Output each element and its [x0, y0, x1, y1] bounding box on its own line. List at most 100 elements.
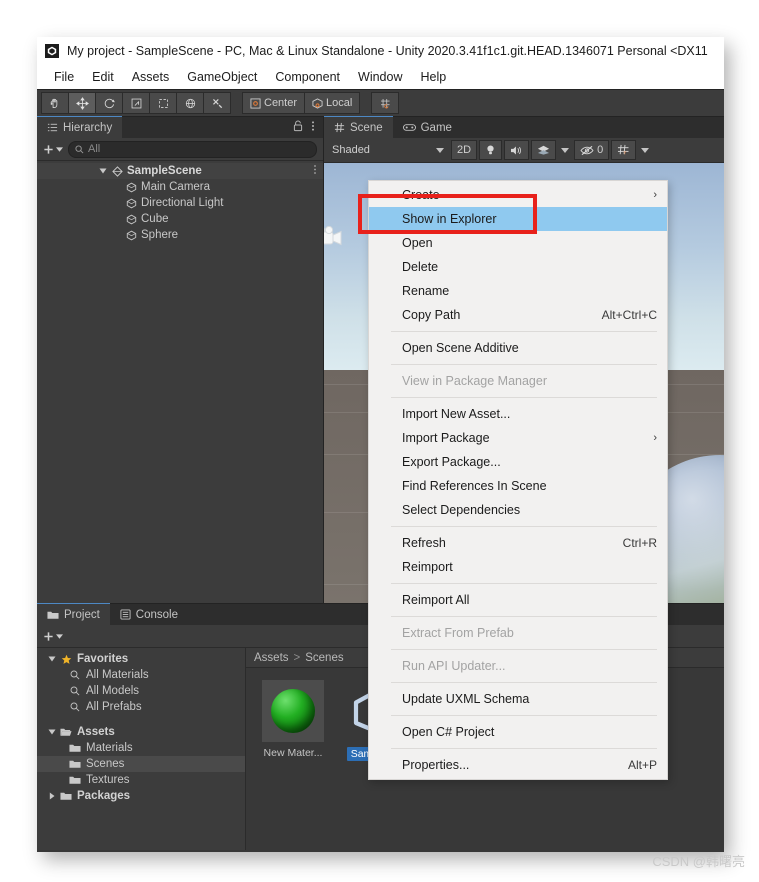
collapse-arrow-icon[interactable] — [45, 792, 58, 800]
asset-item-label: New Mater... — [263, 747, 323, 759]
hierarchy-item-main-camera[interactable]: Main Camera — [37, 179, 323, 195]
expand-arrow-icon[interactable] — [45, 728, 58, 736]
context-menu-item-refresh[interactable]: Refresh Ctrl+R — [369, 531, 667, 555]
menu-window[interactable]: Window — [349, 68, 411, 86]
context-menu-item-label: Find References In Scene — [402, 479, 547, 493]
scene-icon — [109, 165, 125, 177]
tab-console[interactable]: Console — [109, 604, 188, 625]
grid-snap-icon[interactable] — [371, 92, 400, 114]
lock-icon[interactable] — [293, 119, 303, 137]
project-item-assets[interactable]: Assets — [37, 724, 245, 740]
handle-rotation-button[interactable]: Local — [304, 92, 361, 114]
hierarchy-item-label: Cube — [141, 213, 169, 225]
menu-help[interactable]: Help — [411, 68, 455, 86]
pivot-mode-button[interactable]: Center — [242, 92, 306, 114]
hierarchy-add-button[interactable] — [43, 144, 63, 155]
camera-gizmo-icon[interactable] — [324, 225, 348, 256]
context-menu-item-label: Open — [402, 236, 433, 250]
grid-visibility-icon[interactable]: Y — [611, 140, 637, 160]
menu-gameobject[interactable]: GameObject — [178, 68, 266, 86]
project-item-textures[interactable]: Textures — [37, 772, 245, 788]
game-controller-icon — [402, 123, 416, 132]
gameobject-icon — [123, 182, 139, 193]
scale-tool-icon[interactable] — [122, 92, 150, 114]
project-item-all-models[interactable]: All Models — [37, 683, 245, 699]
context-menu-item-run-api-updater: Run API Updater... — [369, 654, 667, 678]
context-menu-item-reimport[interactable]: Reimport — [369, 555, 667, 579]
context-menu-item-label: Open Scene Additive — [402, 341, 519, 355]
rotate-tool-icon[interactable] — [95, 92, 123, 114]
asset-item-new-material[interactable]: New Mater... — [256, 680, 330, 759]
project-item-packages[interactable]: Packages — [37, 788, 245, 804]
breadcrumb-assets[interactable]: Assets — [254, 652, 289, 664]
pivot-mode-label: Center — [264, 97, 298, 109]
project-item-label: All Models — [86, 685, 140, 697]
context-menu-item-label: Copy Path — [402, 308, 461, 322]
light-bulb-icon[interactable] — [479, 140, 503, 160]
project-add-button[interactable] — [43, 631, 63, 642]
hierarchy-item-label: SampleScene — [127, 165, 202, 177]
annotation-highlight-box — [358, 194, 537, 234]
context-menu-item-properties[interactable]: Properties... Alt+P — [369, 753, 667, 777]
project-item-label: All Materials — [86, 669, 149, 681]
context-menu-item-delete[interactable]: Delete — [369, 255, 667, 279]
context-menu-item-update-uxml-schema[interactable]: Update UXML Schema — [369, 687, 667, 711]
breadcrumb-scenes[interactable]: Scenes — [305, 652, 343, 664]
context-menu-item-find-references-in-scene[interactable]: Find References In Scene — [369, 474, 667, 498]
tab-project[interactable]: Project — [37, 603, 110, 625]
project-item-all-materials[interactable]: All Materials — [37, 667, 245, 683]
handle-rotation-label: Local — [326, 97, 353, 109]
context-menu-item-open[interactable]: Open — [369, 231, 667, 255]
transform-tool-icon[interactable] — [176, 92, 204, 114]
mode-2d-label: 2D — [457, 144, 472, 156]
main-toolbar: Center Local — [37, 89, 724, 117]
menu-assets[interactable]: Assets — [123, 68, 179, 86]
audio-icon[interactable] — [504, 140, 530, 160]
hand-tool-icon[interactable] — [41, 92, 69, 114]
hidden-eye-icon — [580, 145, 594, 155]
custom-tool-icon[interactable] — [203, 92, 231, 114]
menu-edit[interactable]: Edit — [83, 68, 123, 86]
hierarchy-search-input[interactable]: All — [68, 140, 317, 158]
project-item-all-prefabs[interactable]: All Prefabs — [37, 699, 245, 715]
hierarchy-tree: SampleScene Main Camera Directional Ligh… — [37, 161, 323, 603]
project-item-materials[interactable]: Materials — [37, 740, 245, 756]
effects-dropdown[interactable] — [558, 141, 573, 159]
hierarchy-item-sphere[interactable]: Sphere — [37, 227, 323, 243]
context-menu-item-import-package[interactable]: Import Package › — [369, 426, 667, 450]
submenu-arrow-icon: › — [653, 432, 657, 444]
effects-icon[interactable] — [531, 140, 557, 160]
menu-component[interactable]: Component — [266, 68, 349, 86]
context-menu-item-rename[interactable]: Rename — [369, 279, 667, 303]
tab-scene[interactable]: Scene — [324, 116, 393, 138]
scene-visibility-toggle[interactable]: 0 — [574, 140, 610, 160]
context-menu-item-export-package[interactable]: Export Package... — [369, 450, 667, 474]
grid-dropdown[interactable] — [638, 141, 653, 159]
hierarchy-item-samplescene[interactable]: SampleScene — [37, 163, 323, 179]
move-tool-icon[interactable] — [68, 92, 96, 114]
menu-file[interactable]: File — [45, 68, 83, 86]
draw-mode-dropdown[interactable]: Shaded — [327, 141, 449, 159]
context-menu-item-import-new-asset[interactable]: Import New Asset... — [369, 402, 667, 426]
hierarchy-item-cube[interactable]: Cube — [37, 211, 323, 227]
context-menu-item-reimport-all[interactable]: Reimport All — [369, 588, 667, 612]
console-icon — [120, 609, 131, 620]
folder-icon — [47, 610, 59, 620]
project-item-scenes[interactable]: Scenes — [37, 756, 245, 772]
context-menu-item-copy-path[interactable]: Copy Path Alt+Ctrl+C — [369, 303, 667, 327]
expand-arrow-icon[interactable] — [97, 167, 109, 175]
kebab-icon[interactable] — [311, 119, 315, 137]
scene-kebab-icon[interactable] — [313, 164, 317, 178]
toggle-2d-button[interactable]: 2D — [451, 140, 478, 160]
context-menu-item-open-scene-additive[interactable]: Open Scene Additive — [369, 336, 667, 360]
rect-tool-icon[interactable] — [149, 92, 177, 114]
title-bar: My project - SampleScene - PC, Mac & Lin… — [37, 37, 724, 65]
tab-hierarchy[interactable]: Hierarchy — [37, 116, 123, 138]
tab-game[interactable]: Game — [392, 117, 462, 138]
expand-arrow-icon[interactable] — [45, 655, 58, 663]
hierarchy-item-directional-light[interactable]: Directional Light — [37, 195, 323, 211]
context-menu-item-open-csharp-project[interactable]: Open C# Project — [369, 720, 667, 744]
context-menu-item-select-dependencies[interactable]: Select Dependencies — [369, 498, 667, 522]
chevron-down-icon — [436, 147, 444, 153]
project-item-favorites[interactable]: Favorites — [37, 651, 245, 667]
